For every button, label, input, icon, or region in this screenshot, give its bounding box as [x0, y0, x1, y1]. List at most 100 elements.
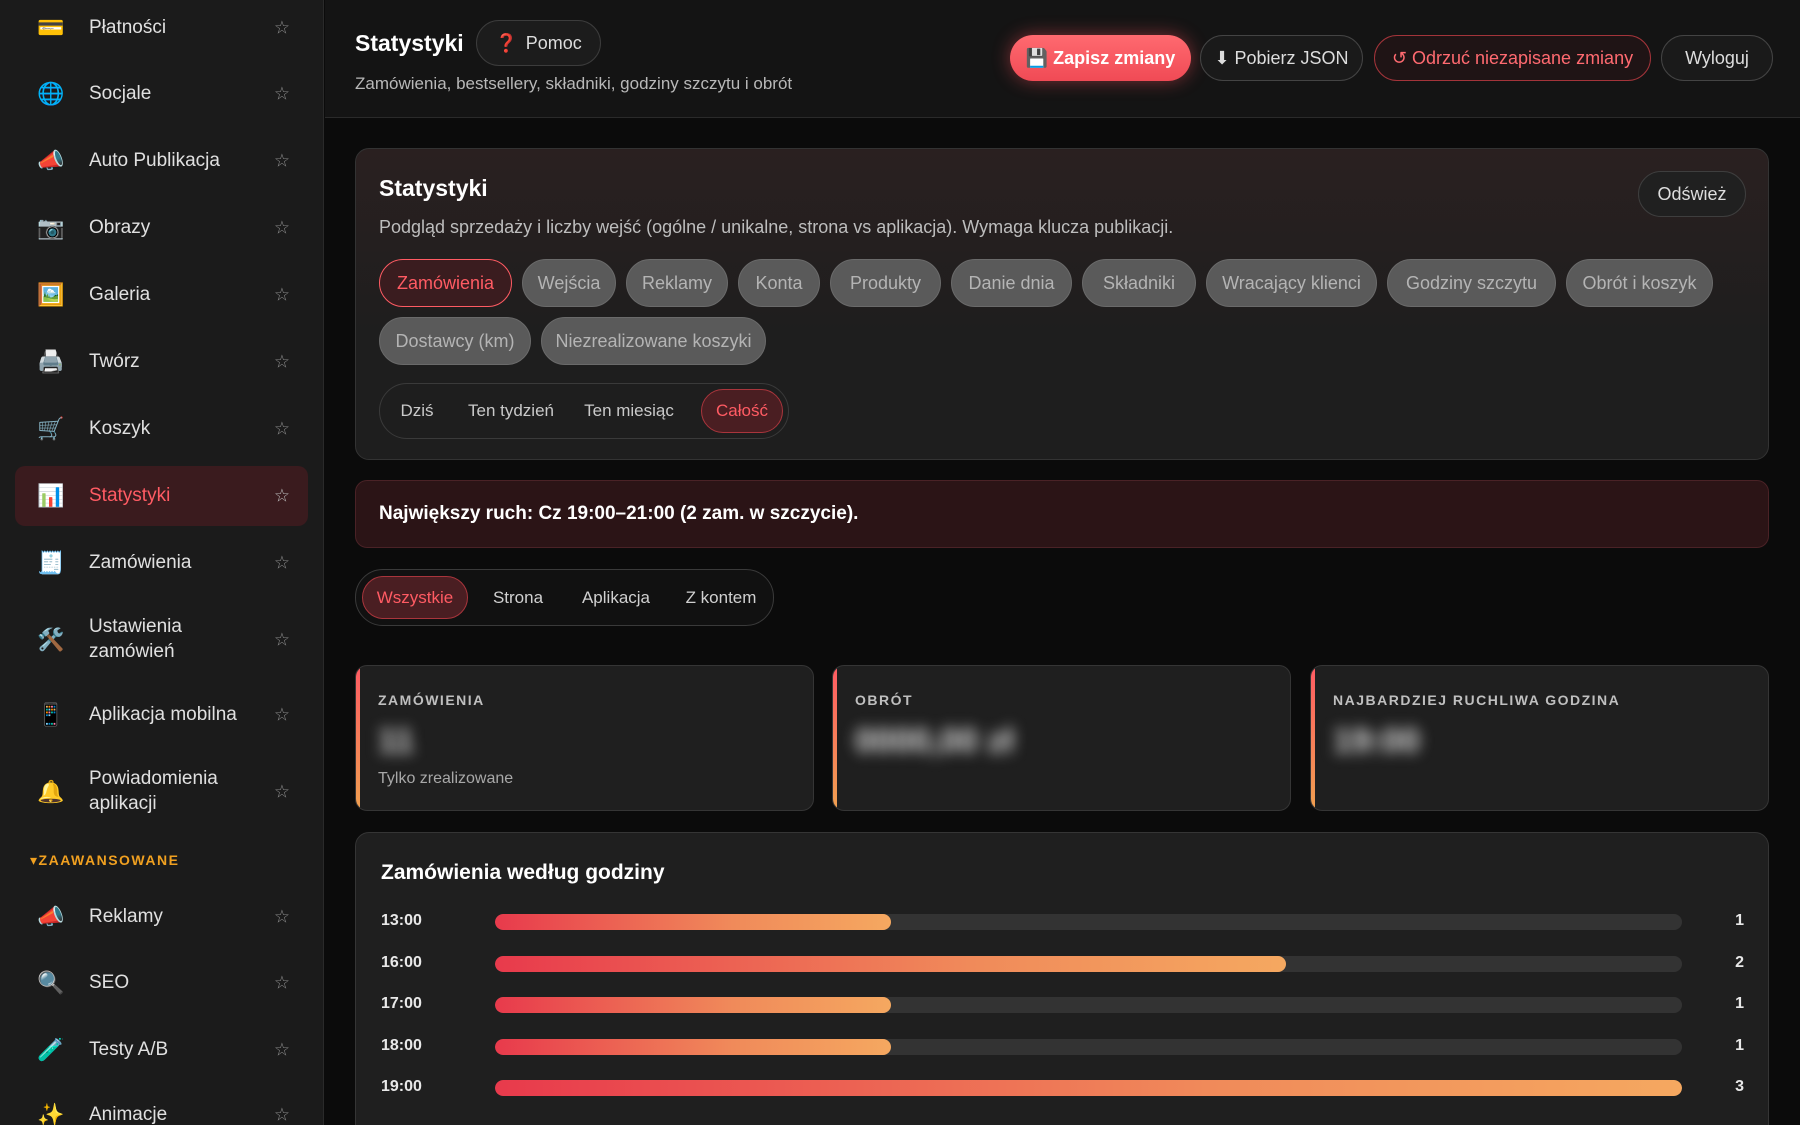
star-icon[interactable]: ☆ [274, 553, 290, 574]
page-subtitle: Zamówienia, bestsellery, składniki, godz… [355, 74, 793, 93]
period-all[interactable]: Całość [701, 389, 783, 433]
period-this-week[interactable]: Ten tydzień [458, 389, 564, 433]
bar [495, 997, 891, 1013]
tab-wracajacy-klienci[interactable]: Wracający klienci [1206, 259, 1377, 307]
card-label: NAJBARDZIEJ RUCHLIWA GODZINA [1333, 692, 1621, 708]
orders-card: ZAMÓWIENIA 11 Tylko zrealizowane [355, 665, 814, 811]
tab-konta[interactable]: Konta [738, 259, 820, 307]
star-icon[interactable]: ☆ [274, 218, 290, 239]
source-website[interactable]: Strona [478, 576, 558, 619]
sidebar-item-zamowienia[interactable]: 🧾 Zamówienia ☆ [15, 533, 308, 593]
stats-description: Podgląd sprzedaży i liczby wejść (ogólne… [379, 217, 1174, 237]
star-icon[interactable]: ☆ [274, 1040, 290, 1061]
orders-by-hour-chart: Zamówienia według godziny 13:00 1 16:00 2 17… [355, 832, 1769, 1125]
sidebar: 💳 Płatności ☆ 🌐 Socjale ☆ 📣 Auto Publika… [0, 0, 324, 1125]
bar-value-label: 1 [1735, 995, 1744, 1012]
sparkles-icon: ✨ [37, 1102, 65, 1125]
tab-dostawcy-km[interactable]: Dostawcy (km) [379, 317, 531, 365]
tab-skladniki[interactable]: Składniki [1082, 259, 1196, 307]
bar-track [495, 1080, 1682, 1096]
sidebar-item-label: Obrazy [89, 216, 151, 238]
tab-produkty[interactable]: Produkty [830, 259, 941, 307]
sidebar-item-koszyk[interactable]: 🛒 Koszyk ☆ [15, 399, 308, 459]
bar-row: 19:00 3 [356, 1076, 1768, 1100]
star-icon[interactable]: ☆ [274, 18, 290, 39]
bar-hour-label: 17:00 [381, 995, 422, 1012]
bar-value-label: 2 [1735, 953, 1744, 971]
bar-hour-label: 19:00 [381, 1078, 422, 1095]
page-title: Statystyki [355, 30, 464, 56]
bar-track [495, 914, 1682, 930]
tab-niezrealizowane-koszyki[interactable]: Niezrealizowane koszyki [541, 317, 766, 365]
source-app[interactable]: Aplikacja [568, 576, 664, 619]
mobile-app-icon: 📱 [37, 702, 65, 727]
discard-changes-button[interactable]: ↺ Odrzuć niezapisane zmiany [1374, 35, 1651, 81]
star-icon[interactable]: ☆ [274, 705, 290, 726]
peak-traffic-banner: Największy ruch: Cz 19:00–21:00 (2 zam. … [355, 480, 1769, 548]
period-today[interactable]: Dziś [386, 389, 448, 433]
sidebar-item-label: Twórz [89, 350, 140, 372]
tab-obrot-i-koszyk[interactable]: Obrót i koszyk [1566, 259, 1713, 307]
bar-row: 18:00 1 [356, 1035, 1768, 1059]
sidebar-item-label: Zamówienia [89, 551, 192, 573]
help-button[interactable]: ❓ Pomoc [476, 20, 601, 66]
advanced-section-toggle[interactable]: ▾ZAAWANSOWANE [30, 852, 179, 869]
source-with-account[interactable]: Z kontem [674, 576, 768, 619]
logout-button[interactable]: Wyloguj [1661, 35, 1773, 81]
sidebar-item-label: Socjale [89, 82, 152, 104]
star-icon[interactable]: ☆ [274, 973, 290, 994]
bar [495, 1080, 1682, 1096]
sidebar-item-label: Galeria [89, 283, 151, 305]
source-all[interactable]: Wszystkie [362, 576, 468, 619]
sidebar-item-platnosci[interactable]: 💳 Płatności ☆ [15, 0, 308, 58]
period-this-month[interactable]: Ten miesiąc [574, 389, 684, 433]
sidebar-item-label: Auto Publikacja [89, 149, 220, 171]
star-icon[interactable]: ☆ [274, 1105, 290, 1125]
chart-title: Zamówienia według godziny [381, 861, 665, 884]
sidebar-item-galeria[interactable]: 🖼️ Galeria ☆ [15, 265, 308, 325]
star-icon[interactable]: ☆ [274, 352, 290, 373]
sidebar-item-socjale[interactable]: 🌐 Socjale ☆ [15, 64, 308, 124]
bell-icon: 🔔 [37, 779, 65, 804]
sidebar-item-ustawienia-zamowien[interactable]: 🛠️ Ustawienia zamówień ☆ [15, 609, 308, 671]
sidebar-item-statystyki[interactable]: 📊 Statystyki ☆ [15, 466, 308, 526]
download-json-button[interactable]: ⬇ Pobierz JSON [1200, 35, 1363, 81]
bar-track [495, 997, 1682, 1013]
receipt-icon: 🧾 [37, 550, 65, 575]
star-icon[interactable]: ☆ [274, 782, 290, 803]
tab-wejscia[interactable]: Wejścia [522, 259, 616, 307]
printer-icon: 🖨️ [37, 349, 65, 374]
sidebar-item-label: Animacje [89, 1103, 168, 1125]
card-label: OBRÓT [855, 692, 914, 708]
sidebar-item-animacje[interactable]: ✨ Animacje ☆ [15, 1085, 308, 1125]
bar-hour-label: 13:00 [381, 912, 422, 929]
star-icon[interactable]: ☆ [274, 151, 290, 172]
save-changes-button[interactable]: 💾 Zapisz zmiany [1010, 35, 1191, 81]
tab-godziny-szczytu[interactable]: Godziny szczytu [1387, 259, 1556, 307]
star-icon[interactable]: ☆ [274, 84, 290, 105]
bar [495, 914, 891, 930]
sidebar-item-reklamy[interactable]: 📣 Reklamy ☆ [15, 887, 308, 947]
sidebar-item-tworz[interactable]: 🖨️ Twórz ☆ [15, 332, 308, 392]
bar-value-label: 1 [1735, 1036, 1744, 1054]
sidebar-item-auto-publikacja[interactable]: 📣 Auto Publikacja ☆ [15, 131, 308, 191]
bar-row: 17:00 1 [356, 993, 1768, 1017]
star-icon[interactable]: ☆ [274, 419, 290, 440]
card-value: 19:00 [1333, 722, 1420, 760]
globe-icon: 🌐 [37, 81, 65, 106]
sidebar-item-aplikacja-mobilna[interactable]: 📱 Aplikacja mobilna ☆ [15, 685, 308, 745]
tab-reklamy[interactable]: Reklamy [626, 259, 728, 307]
sidebar-item-powiadomienia[interactable]: 🔔 Powiadomienia aplikacji ☆ [15, 761, 308, 823]
sidebar-item-obrazy[interactable]: 📷 Obrazy ☆ [15, 198, 308, 258]
sidebar-item-testy-ab[interactable]: 🧪 Testy A/B ☆ [15, 1020, 308, 1080]
refresh-button[interactable]: Odśwież [1638, 171, 1746, 217]
star-icon[interactable]: ☆ [274, 907, 290, 928]
test-tube-icon: 🧪 [37, 1037, 65, 1062]
star-icon[interactable]: ☆ [274, 486, 290, 507]
star-icon[interactable]: ☆ [274, 630, 290, 651]
star-icon[interactable]: ☆ [274, 285, 290, 306]
tab-danie-dnia[interactable]: Danie dnia [951, 259, 1072, 307]
bar-hour-label: 18:00 [381, 1036, 422, 1054]
tab-zamowienia[interactable]: Zamówienia [379, 259, 512, 307]
sidebar-item-seo[interactable]: 🔍 SEO ☆ [15, 953, 308, 1013]
